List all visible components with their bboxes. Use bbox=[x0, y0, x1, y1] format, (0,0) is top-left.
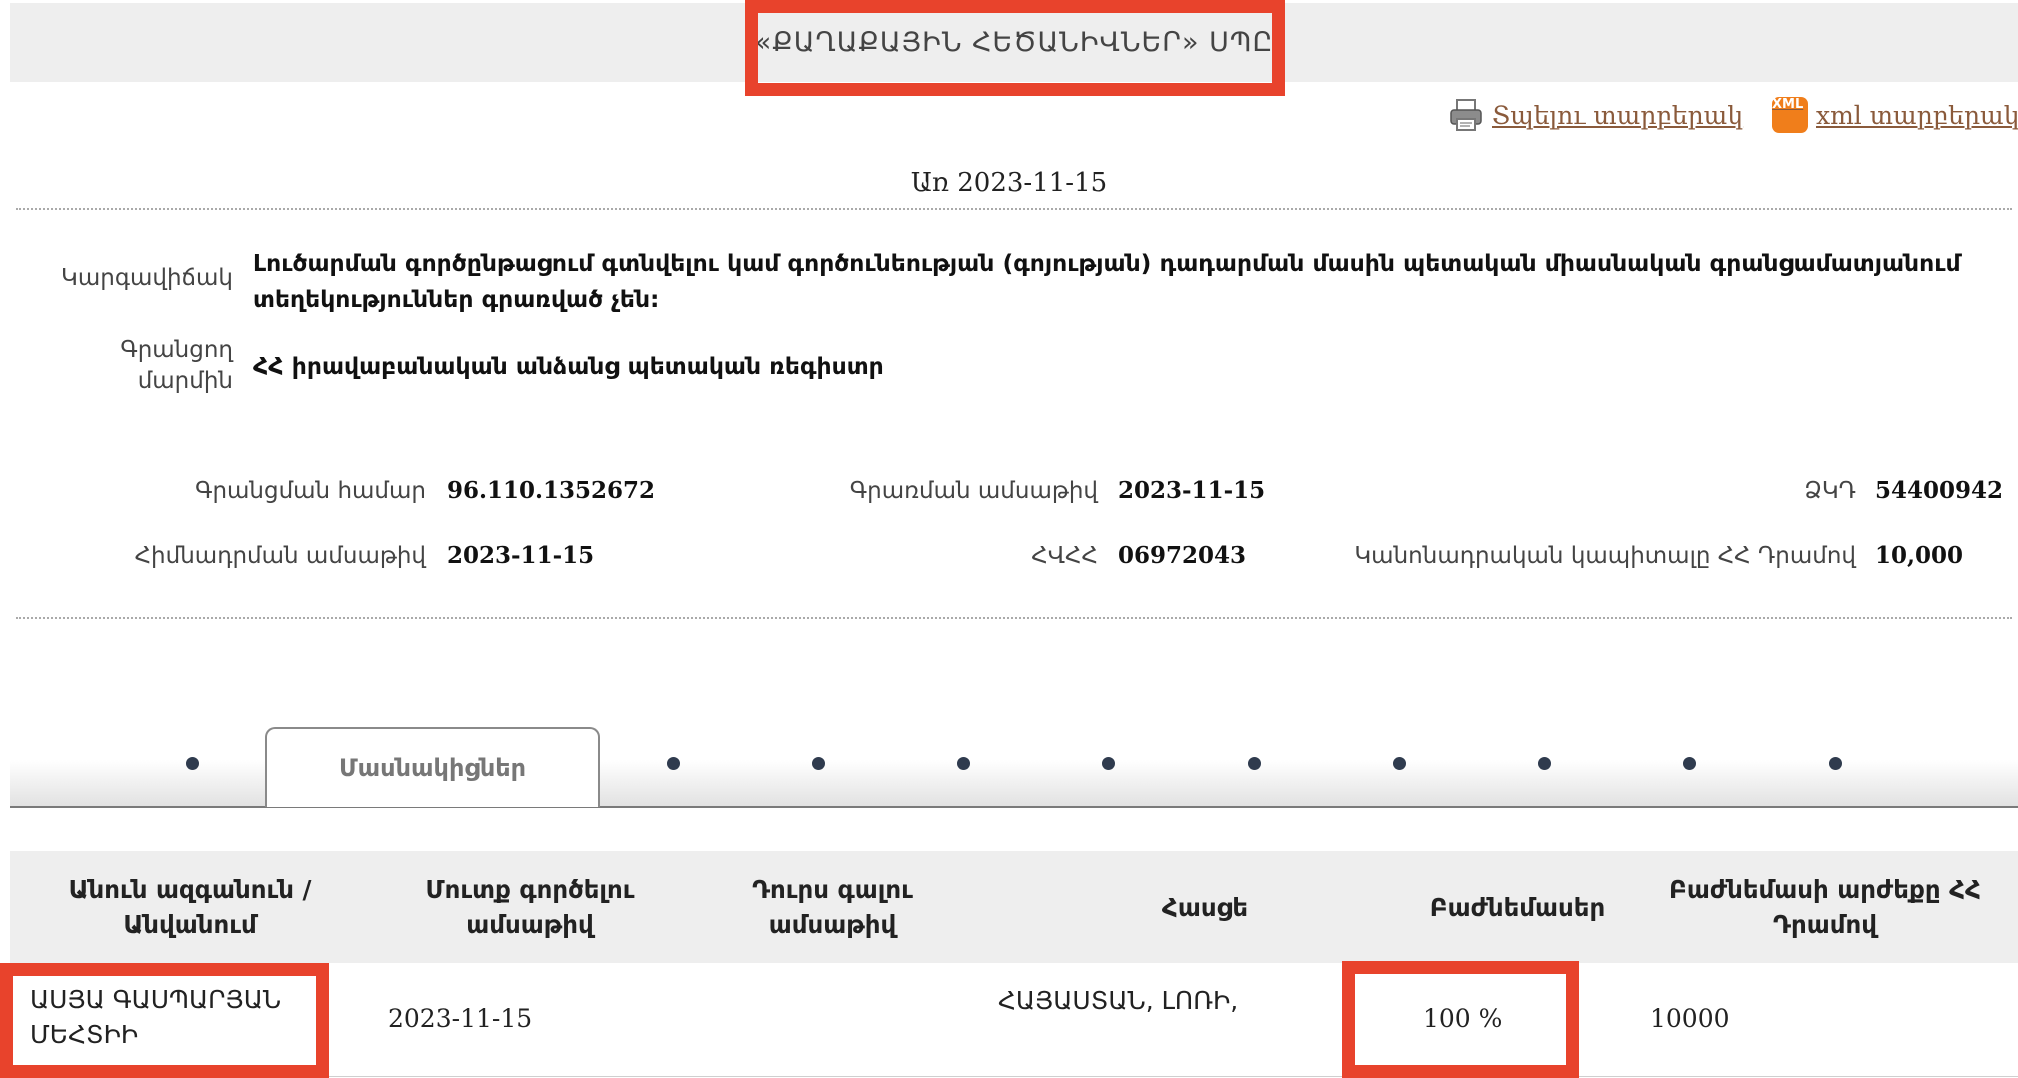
cell-address: ՀԱՅԱՍՏԱՆ, ԼՈՌԻ, ՎԱՆԱՁՈՐ bbox=[998, 986, 1242, 1015]
tab-dot[interactable] bbox=[186, 757, 199, 770]
col-header-exit-date: Դուրս գալու ամսաթիվ bbox=[752, 875, 913, 939]
col-header-name: Անուն ազգանուն / Անվանում bbox=[68, 875, 312, 939]
col-header-entry-date: Մուտք գործելու ամսաթիվ bbox=[425, 875, 635, 939]
tab-dot[interactable] bbox=[667, 757, 680, 770]
col-header-share-value: Բաժնեմասի արժեքը ՀՀ Դրամով bbox=[1668, 875, 1982, 939]
reg-date-value: 2023-11-15 bbox=[1118, 477, 1266, 504]
divider bbox=[16, 617, 2012, 619]
tin-value: 06972043 bbox=[1118, 542, 1247, 569]
registry-value: ՀՀ իրավաբանական անձանց պետական ռեգիստր bbox=[253, 352, 884, 380]
tab-dot[interactable] bbox=[1393, 757, 1406, 770]
col-header-share: Բաժնեմասեր bbox=[1429, 892, 1606, 922]
tab-dot[interactable] bbox=[1683, 757, 1696, 770]
col-header-address: Հասցե bbox=[1161, 892, 1249, 922]
zkd-label: ՁԿԴ bbox=[1804, 478, 1856, 504]
zkd-value: 54400942 bbox=[1875, 477, 2004, 504]
tab-participants[interactable]: Մասնակիցներ bbox=[265, 727, 600, 807]
xml-version-label: xml տարբերակ bbox=[1816, 100, 2018, 130]
cell-entry-date: 2023-11-15 bbox=[388, 1004, 533, 1033]
tab-dot[interactable] bbox=[1829, 757, 1842, 770]
reg-number-label: Գրանցման համար bbox=[195, 478, 426, 504]
print-version-label: Տպելու տարբերակ bbox=[1492, 100, 1744, 130]
tin-label: ՀՎՀՀ bbox=[1031, 543, 1098, 569]
status-value: Լուծարման գործընթացում գտնվելու կամ գործ… bbox=[253, 249, 1961, 313]
reg-date-label: Գրառման ամսաթիվ bbox=[849, 478, 1098, 504]
divider bbox=[16, 208, 2012, 210]
cell-share-value: 10000 bbox=[1650, 1004, 1730, 1033]
registry-label: Գրանցող մարմին bbox=[120, 337, 233, 394]
highlight-box-title bbox=[745, 0, 1285, 96]
print-version-link[interactable]: Տպելու տարբերակ bbox=[1448, 97, 1743, 133]
reg-number-value: 96.110.1352672 bbox=[447, 477, 656, 504]
as-of-date: Առ 2023-11-15 bbox=[910, 168, 1108, 198]
tab-dot[interactable] bbox=[1248, 757, 1261, 770]
xml-version-link[interactable]: XML xml տարբերակ bbox=[1772, 97, 2018, 133]
status-label: Կարգավիճակ bbox=[61, 265, 233, 291]
printer-icon bbox=[1448, 97, 1484, 133]
capital-label: Կանոնադրական կապիտալը ՀՀ Դրամով bbox=[1354, 543, 1856, 569]
xml-file-icon: XML bbox=[1772, 97, 1808, 133]
founding-date-label: Հիմնադրման ամսաթիվ bbox=[134, 543, 426, 569]
highlight-box-name bbox=[0, 963, 329, 1078]
tab-dot[interactable] bbox=[957, 757, 970, 770]
tab-dot[interactable] bbox=[1538, 757, 1551, 770]
highlight-box-share bbox=[1342, 961, 1579, 1078]
tab-dot[interactable] bbox=[1102, 757, 1115, 770]
tab-dot[interactable] bbox=[812, 757, 825, 770]
founding-date-value: 2023-11-15 bbox=[447, 542, 595, 569]
capital-value: 10,000 bbox=[1875, 542, 1964, 569]
